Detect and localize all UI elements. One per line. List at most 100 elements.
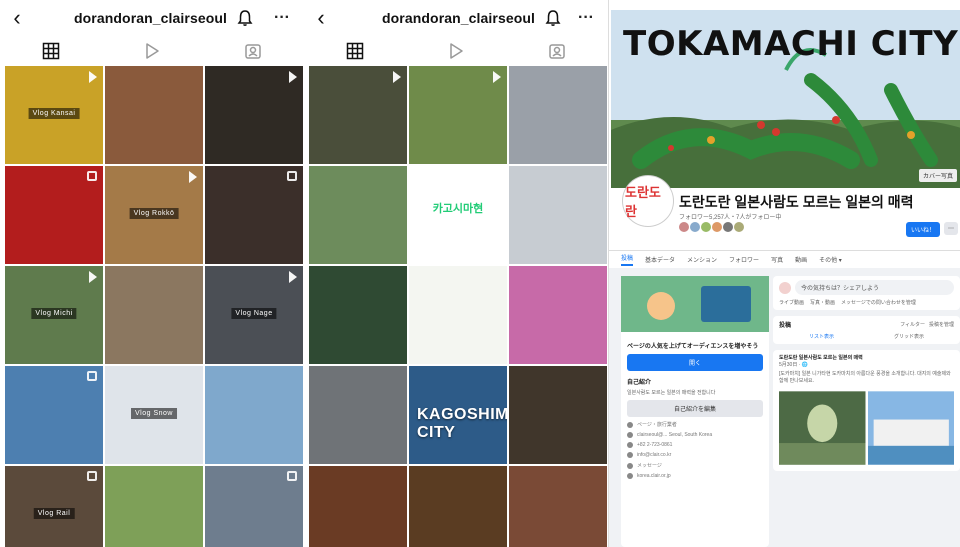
message-manage-button[interactable]: メッセージでの問い合わせを管理 — [841, 299, 916, 306]
ig-header: ‹ dorandoran_clairseoul ··· — [304, 0, 608, 36]
post-image-tunnel[interactable] — [779, 389, 866, 467]
post-thumbnail[interactable] — [5, 366, 103, 464]
promo-text: ページの人気を上げてオーディエンスを増やそう — [627, 344, 759, 350]
reels-icon[interactable] — [143, 42, 161, 60]
info-text: clairseoul@... Seoul, South Korea — [637, 432, 713, 438]
post-thumbnail[interactable] — [509, 466, 607, 547]
post-thumbnail[interactable] — [509, 166, 607, 264]
username-title: dorandoran_clairseoul — [74, 10, 228, 26]
more-options-button[interactable]: ⋯ — [944, 222, 958, 235]
instagram-profile-panel-1: ‹ dorandoran_clairseoul ··· Vlog Kansai … — [0, 0, 304, 547]
cover-title: TOKAMACHI CITY — [623, 24, 959, 64]
post-thumbnail[interactable] — [105, 266, 203, 364]
reel-icon — [289, 71, 297, 83]
grid-icon[interactable] — [346, 42, 364, 60]
post-thumbnail[interactable]: KAGOSHIMA CITY — [409, 366, 507, 464]
post-thumbnail[interactable] — [5, 166, 103, 264]
tagged-icon[interactable] — [244, 42, 262, 60]
tab-about[interactable]: 基本データ — [645, 255, 675, 264]
tab-posts[interactable]: 投稿 — [621, 253, 634, 266]
post-meta: 5月30日 · 🌐 — [779, 362, 809, 368]
back-icon[interactable]: ‹ — [6, 5, 28, 31]
grid-icon[interactable] — [42, 42, 60, 60]
page-avatar[interactable]: 도란도란 — [623, 176, 673, 226]
photo-video-button[interactable]: 写真・動画 — [810, 299, 835, 306]
post-thumbnail[interactable] — [509, 366, 607, 464]
post-thumbnail[interactable] — [309, 466, 407, 547]
post-thumbnail[interactable] — [409, 66, 507, 164]
post-thumbnail[interactable] — [205, 466, 303, 547]
bell-icon[interactable] — [237, 9, 253, 27]
post-author[interactable]: 도란도란 일본사람도 모르는 일본의 매력 — [779, 354, 954, 361]
avatar — [734, 222, 744, 232]
post-thumbnail[interactable] — [309, 66, 407, 164]
right-column: 今の気持ちは？シェアしよう ライブ動画 写真・動画 メッセージでの問い合わせを管… — [773, 276, 960, 547]
post-thumbnail[interactable] — [309, 166, 407, 264]
messenger-icon — [627, 462, 633, 469]
more-icon[interactable]: ··· — [274, 9, 290, 27]
tab-photos[interactable]: 写真 — [771, 255, 783, 264]
promo-open-button[interactable]: 開く — [627, 354, 763, 371]
reels-icon[interactable] — [447, 42, 465, 60]
post-thumbnail[interactable]: Vlog Nage — [205, 266, 303, 364]
ig-header: ‹ dorandoran_clairseoul ··· — [0, 0, 304, 36]
follower-count[interactable]: フォロワー5,257人・7人がフォロー中 — [679, 212, 781, 221]
tab-followers[interactable]: フォロワー — [729, 255, 759, 264]
filter-button[interactable]: フィルター — [900, 321, 925, 328]
post-thumbnail[interactable] — [409, 266, 507, 364]
post-thumbnail[interactable]: Vlog Rokkō — [105, 166, 203, 264]
avatar — [701, 222, 711, 232]
tab-mentions[interactable]: メンション — [687, 255, 717, 264]
reel-icon — [89, 71, 97, 83]
bell-icon[interactable] — [545, 9, 561, 27]
tab-more[interactable]: その他 ▾ — [819, 255, 842, 264]
username-title: dorandoran_clairseoul — [382, 10, 536, 26]
view-toggle: リスト表示 グリッド表示 — [779, 333, 954, 340]
edit-intro-button[interactable]: 自己紹介を編集 — [627, 400, 763, 417]
post-thumbnail[interactable] — [105, 466, 203, 547]
post-thumbnail[interactable] — [509, 66, 607, 164]
post-thumbnail[interactable] — [509, 266, 607, 364]
tab-videos[interactable]: 動画 — [795, 255, 807, 264]
info-row-category: ページ・旅行業者 — [627, 421, 763, 428]
post-thumbnail[interactable]: Vlog Snow — [105, 366, 203, 464]
post-thumbnail[interactable] — [205, 66, 303, 164]
post-thumbnail[interactable]: Vlog Michi — [5, 266, 103, 364]
back-icon[interactable]: ‹ — [310, 5, 332, 31]
location-icon — [627, 432, 633, 438]
promo-card: ページの人気を上げてオーディエンスを増やそう 開く 自己紹介 일본사람도 모르는… — [621, 337, 769, 487]
info-text[interactable]: メッセージ — [637, 462, 662, 469]
grid-view-tab[interactable]: グリッド表示 — [894, 333, 924, 340]
info-text[interactable]: info@clair.co.kr — [637, 452, 671, 458]
page-name: 도란도란 일본사람도 모르는 일본의 매력 — [679, 194, 914, 210]
carousel-icon — [287, 171, 297, 181]
like-button[interactable]: いいね！ — [905, 222, 940, 237]
post-thumbnail[interactable]: Vlog Kansai — [5, 66, 103, 164]
page-tabs: 投稿 基本データ メンション フォロワー 写真 動画 その他 ▾ — [609, 250, 960, 268]
post-thumbnail[interactable] — [205, 366, 303, 464]
cover-photo: TOKAMACHI CITY カバー写真 — [611, 10, 960, 188]
post-image-building[interactable] — [867, 389, 955, 467]
posts-header: 投稿 フィルター 投稿を管理 — [779, 320, 954, 329]
tagged-icon[interactable] — [548, 42, 566, 60]
facebook-page-panel: TOKAMACHI CITY カバー写真 도란도란 도란도란 일본사람도 모르는… — [608, 0, 960, 547]
post-thumbnail[interactable]: 카고시마현 — [409, 166, 507, 264]
composer-input[interactable]: 今の気持ちは？シェアしよう — [795, 280, 954, 295]
post-thumbnail[interactable] — [105, 66, 203, 164]
follower-avatars — [679, 222, 744, 232]
manage-posts-button[interactable]: 投稿を管理 — [929, 321, 954, 328]
avatar — [723, 222, 733, 232]
ig-tabbar — [304, 38, 608, 64]
post-thumbnail[interactable] — [409, 466, 507, 547]
carousel-icon — [87, 371, 97, 381]
post-thumbnail[interactable] — [309, 366, 407, 464]
edit-cover-button[interactable]: カバー写真 — [918, 169, 957, 182]
reel-icon — [493, 71, 501, 83]
post-thumbnail[interactable] — [309, 266, 407, 364]
more-icon[interactable]: ··· — [578, 9, 594, 27]
live-video-button[interactable]: ライブ動画 — [779, 299, 804, 306]
post-thumbnail[interactable]: Vlog Rail — [5, 466, 103, 547]
post-thumbnail[interactable] — [205, 166, 303, 264]
info-text[interactable]: korea.clair.or.jp — [637, 473, 671, 479]
list-view-tab[interactable]: リスト表示 — [809, 333, 834, 340]
